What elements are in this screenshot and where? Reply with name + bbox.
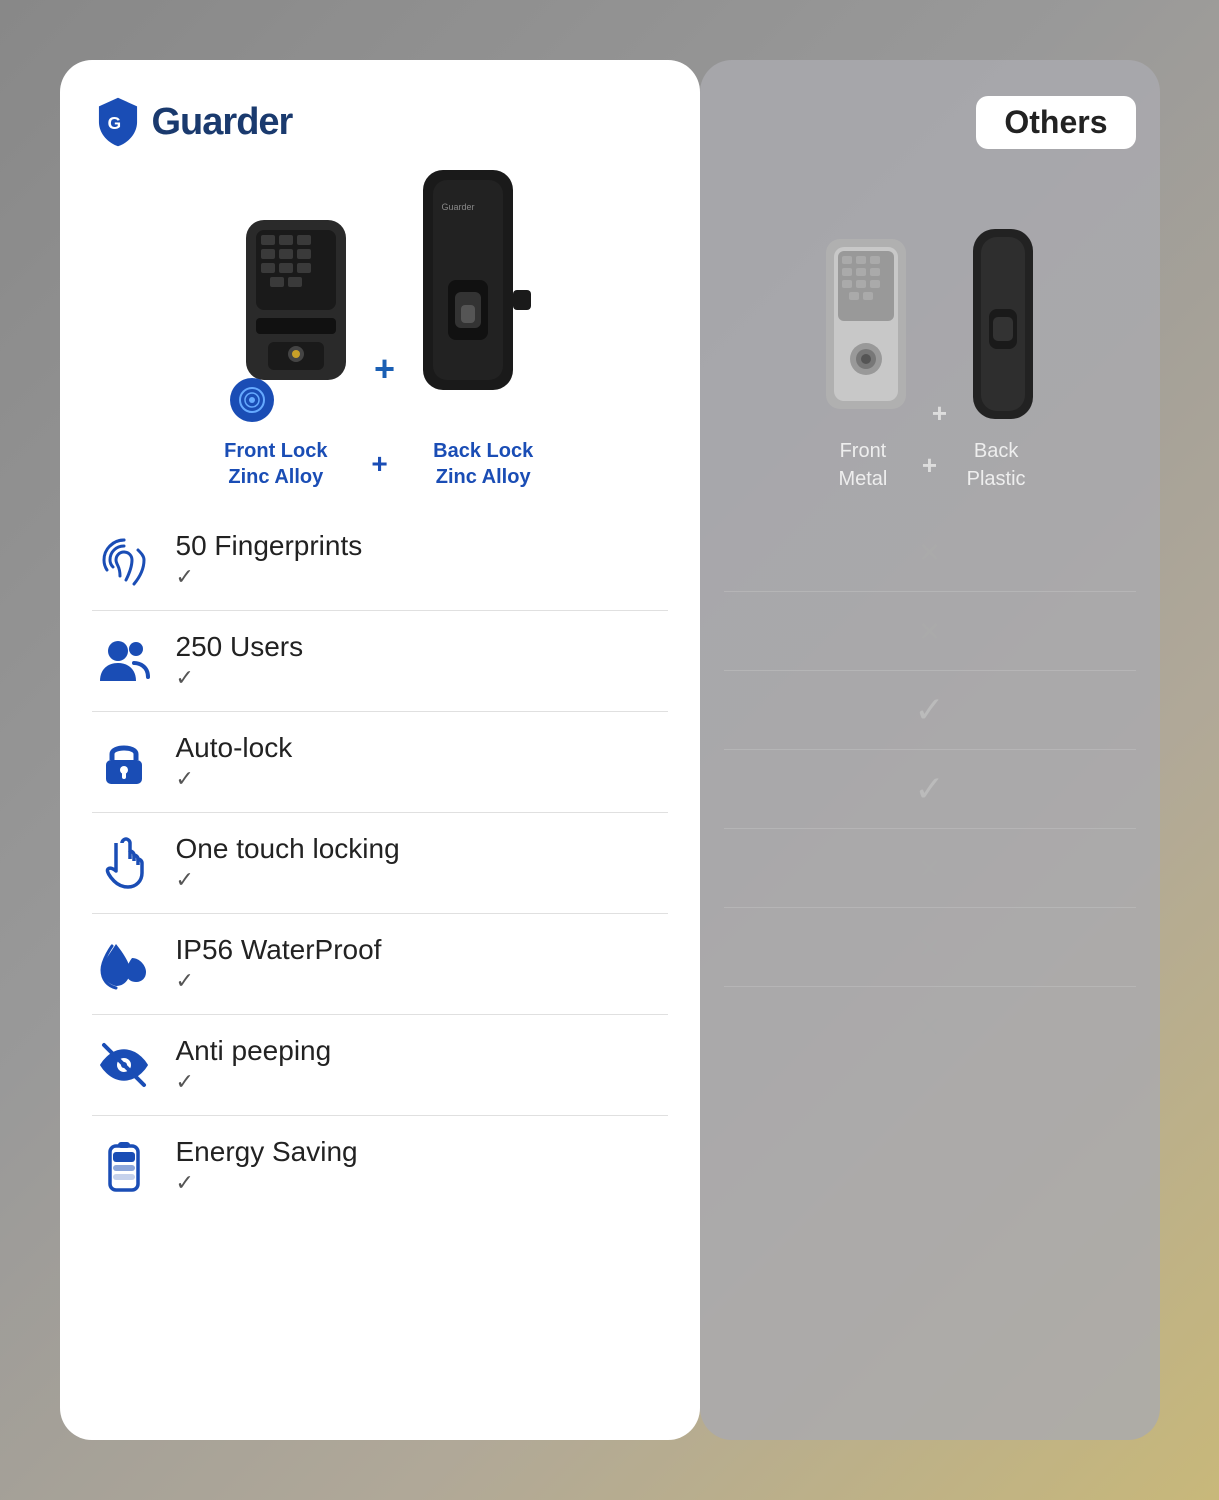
feature-row-right: ✓ [724,750,1136,829]
check-symbol: ✓ [914,689,944,731]
others-label-wrapper: Others [724,96,1136,149]
x-symbol: × [919,847,940,889]
guarder-front-lock-image [226,210,366,430]
feature-row-left: 250 Users✓ [92,611,668,712]
guarder-logo-shield: G [92,96,144,148]
page-background: G Guarder [0,0,1219,1500]
x-symbol: × [919,926,940,968]
feature-name: Auto-lock [176,732,668,764]
lock-icon [92,730,156,794]
feature-check: ✓ [176,766,668,792]
feature-row-left: IP56 WaterProof✓ [92,914,668,1015]
feature-name: IP56 WaterProof [176,934,668,966]
brand-name: Guarder [152,101,293,144]
feature-row-left: Energy Saving✓ [92,1116,668,1216]
feature-check: ✓ [176,1069,668,1095]
others-back-lock-image [963,219,1043,429]
feature-check: ✓ [176,564,668,590]
logo-area: G Guarder [92,96,668,148]
feature-name: Energy Saving [176,1136,668,1168]
guarder-product-labels: Front Lock Zinc Alloy + Back Lock Zinc A… [92,438,668,490]
x-symbol: × [919,1005,940,1047]
others-plus-label: + [932,398,947,429]
feature-row-left: Anti peeping✓ [92,1015,668,1116]
feature-row-left: 50 Fingerprints✓ [92,510,668,611]
feature-check: ✓ [176,665,668,691]
feature-rows-right: × × ✓ ✓ × × × [724,513,1136,1404]
feature-check: ✓ [176,1170,668,1196]
plus-between-products: + [374,348,395,390]
feature-check: ✓ [176,867,668,893]
feature-content: Energy Saving✓ [176,1136,668,1196]
feature-row-right: × [724,592,1136,671]
others-front-label: Front Metal [808,437,918,493]
feature-content: Auto-lock✓ [176,732,668,792]
touch-icon [92,831,156,895]
guarder-product-images: + Guarder [92,170,668,430]
feature-name: Anti peeping [176,1035,668,1067]
feature-row-left: Auto-lock✓ [92,712,668,813]
feature-name: 50 Fingerprints [176,530,668,562]
feature-row-right: × [724,513,1136,592]
right-others-card: Others [700,60,1160,1440]
svg-text:G: G [107,113,120,133]
left-product-card: G Guarder [60,60,700,1440]
others-front-lock-image [816,229,916,429]
eye-icon [92,1033,156,1097]
product-plus-label: + [371,438,387,490]
feature-name: One touch locking [176,833,668,865]
check-symbol: ✓ [914,768,944,810]
feature-content: IP56 WaterProof✓ [176,934,668,994]
others-product-images: + [724,169,1136,429]
x-symbol: × [919,610,940,652]
feature-row-right: × [724,987,1136,1065]
others-product-labels: Front Metal + Back Plastic [724,437,1136,493]
comparison-wrapper: G Guarder [60,60,1160,1440]
battery-icon [92,1134,156,1198]
feature-content: One touch locking✓ [176,833,668,893]
feature-content: 50 Fingerprints✓ [176,530,668,590]
feature-check: ✓ [176,968,668,994]
guarder-back-lock-image: Guarder [403,160,533,430]
fingerprint-icon [92,528,156,592]
others-label: Others [976,96,1135,149]
feature-row-right: × [724,829,1136,908]
users-icon [92,629,156,693]
water-icon [92,932,156,996]
feature-name: 250 Users [176,631,668,663]
x-symbol: × [919,531,940,573]
others-back-label: Back Plastic [941,437,1051,493]
feature-content: 250 Users✓ [176,631,668,691]
others-plus-between-labels: + [922,450,937,481]
feature-row-right: × [724,908,1136,987]
feature-rows-left: 50 Fingerprints✓ 250 Users✓ Auto-lock✓ O… [92,510,668,1404]
svg-text:Guarder: Guarder [442,202,475,212]
feature-row-left: One touch locking✓ [92,813,668,914]
back-lock-label: Back Lock Zinc Alloy [396,438,571,490]
feature-row-right: ✓ [724,671,1136,750]
feature-content: Anti peeping✓ [176,1035,668,1095]
front-lock-label: Front Lock Zinc Alloy [188,438,363,490]
